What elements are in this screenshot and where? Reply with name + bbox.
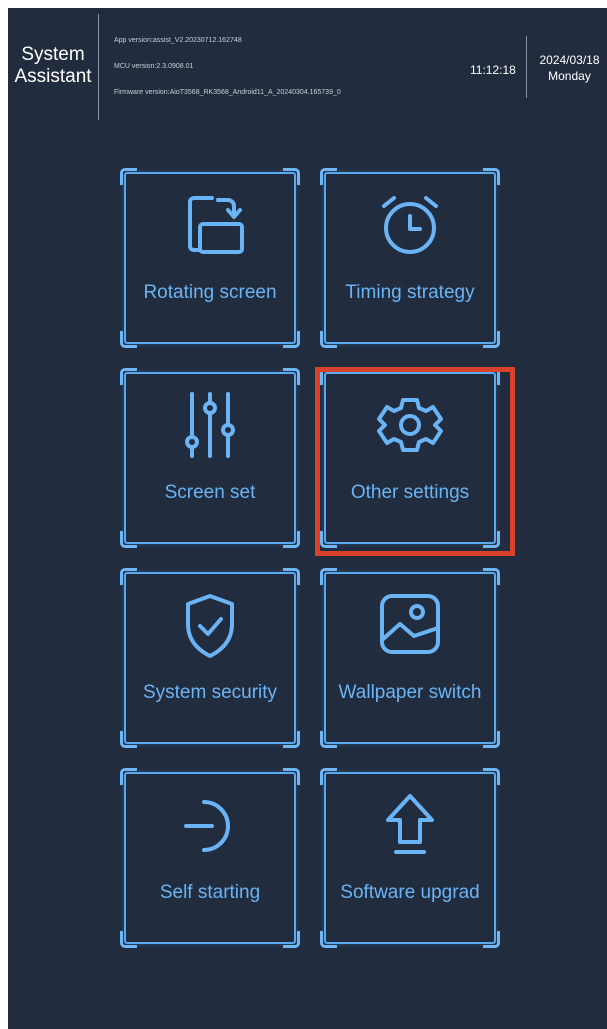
tile-label: Screen set <box>164 482 256 503</box>
tile-corner <box>120 568 137 585</box>
tile-corner <box>320 331 337 348</box>
clock-time: 11:12:18 <box>470 63 516 77</box>
tile-rotating-screen[interactable]: Rotating screen <box>120 168 300 348</box>
tile-self-starting[interactable]: Self starting <box>120 768 300 948</box>
tile-corner <box>320 568 337 585</box>
mcu-version: MCU version:2.3.0908.01 <box>114 63 194 70</box>
tile-label: Software upgrad <box>340 882 480 903</box>
tile-corner <box>120 931 137 948</box>
tile-corner <box>483 568 500 585</box>
power-icon <box>184 800 230 852</box>
upload-arrow-icon <box>386 794 434 854</box>
tile-label: Timing strategy <box>345 282 475 303</box>
tile-corner <box>283 168 300 185</box>
tile-software-upgrad[interactable]: Software upgrad <box>320 768 500 948</box>
image-icon <box>380 594 440 654</box>
header-divider-left <box>98 14 99 120</box>
tile-corner <box>483 731 500 748</box>
tile-corner <box>320 731 337 748</box>
date-block: 2024/03/18 Monday <box>532 52 607 84</box>
app-title-line1: System <box>21 44 85 65</box>
sliders-icon <box>185 392 235 458</box>
highlight-box <box>315 367 515 556</box>
tile-corner <box>320 768 337 785</box>
tile-corner <box>283 768 300 785</box>
tile-corner <box>483 168 500 185</box>
tile-corner <box>283 531 300 548</box>
tile-label: Self starting <box>159 882 261 903</box>
tile-corner <box>283 368 300 385</box>
system-assistant-screen: System Assistant App version:assist_V2.2… <box>8 8 607 1029</box>
tile-corner <box>283 931 300 948</box>
rotate-screen-icon <box>188 196 244 254</box>
tile-label: Rotating screen <box>143 282 277 303</box>
app-title-line2: Assistant <box>14 66 92 87</box>
tile-wallpaper-switch[interactable]: Wallpaper switch <box>320 568 500 748</box>
header-divider-right <box>526 36 527 98</box>
tile-corner <box>320 168 337 185</box>
tile-corner <box>483 931 500 948</box>
app-version: App version:assist_V2.20230712.162748 <box>114 37 242 44</box>
version-info: App version:assist_V2.20230712.162748 MC… <box>114 35 341 113</box>
app-title: System Assistant <box>8 44 98 88</box>
tile-label: System security <box>142 682 278 703</box>
date: 2024/03/18 <box>539 53 600 67</box>
tile-corner <box>283 568 300 585</box>
firmware-version: Firmware version:AioT3568_RK3568_Android… <box>114 89 341 96</box>
tile-label: Wallpaper switch <box>338 682 482 703</box>
tile-screen-set[interactable]: Screen set <box>120 368 300 548</box>
tile-corner <box>320 931 337 948</box>
tile-corner <box>120 368 137 385</box>
tile-corner <box>483 331 500 348</box>
tile-corner <box>120 731 137 748</box>
alarm-clock-icon <box>382 196 438 254</box>
tile-corner <box>120 531 137 548</box>
weekday: Monday <box>548 69 591 83</box>
tile-corner <box>483 768 500 785</box>
tile-corner <box>283 331 300 348</box>
tile-corner <box>120 168 137 185</box>
tile-corner <box>283 731 300 748</box>
shield-check-icon <box>186 594 234 658</box>
tile-timing-strategy[interactable]: Timing strategy <box>320 168 500 348</box>
tile-system-security[interactable]: System security <box>120 568 300 748</box>
tile-corner <box>120 768 137 785</box>
tile-corner <box>120 331 137 348</box>
